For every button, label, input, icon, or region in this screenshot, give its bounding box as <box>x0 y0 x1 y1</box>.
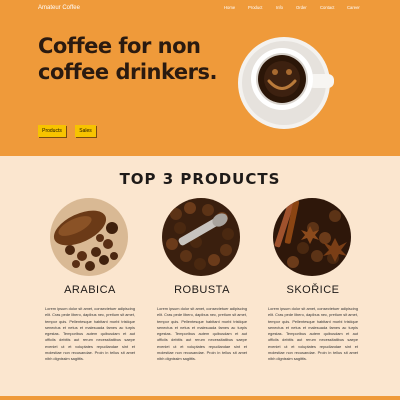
footer-divider <box>0 396 400 400</box>
brand-name[interactable]: Amateur Coffee <box>38 5 80 11</box>
sales-button[interactable]: Sales <box>75 125 96 137</box>
nav-item-product[interactable]: Product <box>248 5 262 10</box>
product-name: SKOŘICE <box>286 284 340 296</box>
products-button[interactable]: Products <box>38 125 66 137</box>
hero-banner: Amateur Coffee Home Product Info Order C… <box>0 0 400 156</box>
product-name: ROBUSTA <box>174 284 230 296</box>
nav-item-info[interactable]: Info <box>276 5 283 10</box>
section-title: TOP 3 PRODUCTS <box>119 170 281 188</box>
hero-headline: Coffee for non coffee drinkers. <box>38 34 217 84</box>
product-name: ARABICA <box>64 284 116 296</box>
arabica-image <box>50 198 128 276</box>
robusta-image <box>162 198 240 276</box>
nav-item-home[interactable]: Home <box>224 5 235 10</box>
top-nav: Home Product Info Order Contact Career <box>224 5 364 13</box>
nav-item-career[interactable]: Career <box>347 5 360 10</box>
nav-item-order[interactable]: Order <box>296 5 307 10</box>
product-description: Lorem ipsum dolor sit amet, consectetuer… <box>157 306 247 362</box>
product-description: Lorem ipsum dolor sit amet, consectetuer… <box>268 306 358 362</box>
product-description: Lorem ipsum dolor sit amet, consectetuer… <box>45 306 135 362</box>
coffee-cup-image <box>238 37 334 129</box>
skorice-image <box>273 198 351 276</box>
nav-item-contact[interactable]: Contact <box>320 5 334 10</box>
